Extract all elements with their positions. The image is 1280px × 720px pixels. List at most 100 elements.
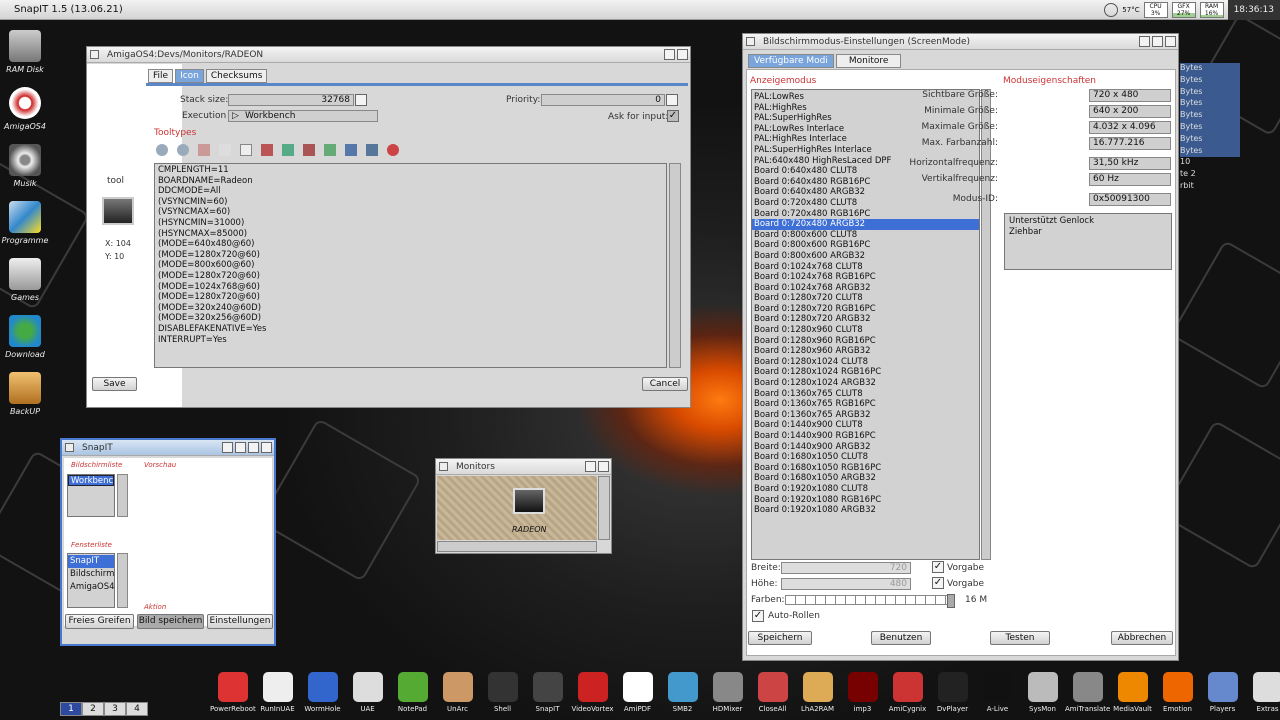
execution-mode-cycle[interactable]: ▷ Workbench [228, 110, 378, 122]
undo-icon[interactable] [156, 144, 168, 156]
dock-item-mediavault[interactable]: MediaVault [1110, 670, 1155, 720]
desktop-icon-musik[interactable]: Musik [0, 144, 50, 188]
window-title-bar[interactable]: SnapIT [62, 440, 274, 456]
display-mode-item[interactable]: Board 0:1920x1080 CLUT8 [752, 484, 979, 495]
dock-item-runinuae[interactable]: RunInUAE [255, 670, 300, 720]
desktop-icon-backup[interactable]: BackUP [0, 372, 50, 416]
display-mode-item[interactable]: Board 0:1280x960 ARGB32 [752, 346, 979, 357]
workspace-4[interactable]: 4 [126, 702, 148, 716]
priority-field[interactable]: 0 [541, 94, 665, 106]
dock-item-sysmon[interactable]: SysMon [1020, 670, 1065, 720]
window-list-scrollbar[interactable] [117, 553, 128, 608]
document-icon[interactable] [240, 144, 252, 156]
colors-slider[interactable] [785, 594, 955, 608]
stack-size-field[interactable]: 32768 [228, 94, 354, 106]
dock-item-powerreboot[interactable]: PowerReboot [210, 670, 256, 720]
free-grab-button[interactable]: Freies Greifen [65, 614, 134, 629]
colors-slider-knob[interactable] [947, 594, 955, 608]
tooltype-line[interactable]: (HSYNCMIN=31000) [155, 218, 666, 229]
iconify-gadget[interactable] [222, 442, 233, 453]
save-button[interactable]: Save [92, 377, 137, 391]
display-mode-item[interactable]: Board 0:1280x1024 RGB16PC [752, 367, 979, 378]
priority-stepper[interactable] [666, 94, 678, 106]
display-mode-item[interactable]: Board 0:720x480 RGB16PC [752, 209, 979, 220]
display-mode-item[interactable]: Board 0:1680x1050 ARGB32 [752, 473, 979, 484]
height-default-checkbox[interactable]: ✓ [932, 577, 944, 589]
close-gadget[interactable] [746, 37, 755, 46]
display-mode-item[interactable]: Board 0:1280x960 CLUT8 [752, 325, 979, 336]
dock-item-dvplayer[interactable]: DvPlayer [930, 670, 975, 720]
workspace-3[interactable]: 3 [104, 702, 126, 716]
display-mode-item[interactable]: Board 0:800x600 ARGB32 [752, 251, 979, 262]
desktop-icon-amigaos4[interactable]: AmigaOS4 [0, 87, 50, 131]
desktop-icon-games[interactable]: Games [0, 258, 50, 302]
display-mode-item[interactable]: Board 0:1024x768 RGB16PC [752, 272, 979, 283]
width-field[interactable]: 720 [781, 562, 911, 574]
close-gadget[interactable] [65, 443, 74, 452]
close-gadget[interactable] [90, 50, 99, 59]
tooltype-line[interactable]: (MODE=640x480@60) [155, 239, 666, 250]
dock-item-shell[interactable]: Shell [480, 670, 525, 720]
delete-icon[interactable] [303, 144, 315, 156]
tooltype-line[interactable]: (MODE=320x240@60D) [155, 303, 666, 314]
tooltype-line[interactable]: DDCMODE=All [155, 186, 666, 197]
cancel-button[interactable]: Abbrechen [1111, 631, 1173, 645]
dock-item-amipdf[interactable]: AmiPDF [615, 670, 660, 720]
tooltype-line[interactable]: (MODE=1280x720@60) [155, 292, 666, 303]
dock-item-wormhole[interactable]: WormHole [300, 670, 345, 720]
zoom-gadget[interactable] [585, 461, 596, 472]
depth-gadget[interactable] [261, 442, 272, 453]
dock-item-videovortex[interactable]: VideoVortex [570, 670, 615, 720]
tab-icon[interactable]: Icon [175, 69, 204, 83]
display-mode-item[interactable]: Board 0:1280x720 CLUT8 [752, 293, 979, 304]
display-mode-item[interactable]: Board 0:1440x900 ARGB32 [752, 442, 979, 453]
tab-file[interactable]: File [148, 69, 174, 83]
settings-button[interactable]: Einstellungen [207, 614, 273, 629]
dock-item-amicygnix[interactable]: AmiCygnix [885, 670, 930, 720]
display-mode-item[interactable]: Board 0:1680x1050 RGB16PC [752, 463, 979, 474]
display-mode-item[interactable]: Board 0:1360x765 RGB16PC [752, 399, 979, 410]
window-title-bar[interactable]: AmigaOS4:Devs/Monitors/RADEON [87, 47, 690, 63]
dock-item-notepad[interactable]: NotePad [390, 670, 435, 720]
workspace-1[interactable]: 1 [60, 702, 82, 716]
add-icon[interactable] [198, 144, 210, 156]
window-title-bar[interactable]: Monitors [436, 459, 611, 475]
tab-available-modes[interactable]: Verfügbare Modi [748, 54, 834, 68]
display-mode-item[interactable]: Board 0:800x600 RGB16PC [752, 240, 979, 251]
cut-icon[interactable] [261, 144, 273, 156]
tooltype-line[interactable]: (MODE=1280x720@60) [155, 271, 666, 282]
radeon-monitor-icon[interactable] [513, 488, 545, 514]
close-gadget[interactable] [439, 462, 448, 471]
display-mode-item[interactable]: Board 0:1440x900 RGB16PC [752, 431, 979, 442]
tooltype-line[interactable]: (VSYNCMAX=60) [155, 207, 666, 218]
dock-item-imp3[interactable]: imp3 [840, 670, 885, 720]
height-field[interactable]: 480 [781, 578, 911, 590]
horizontal-scrollbar[interactable] [437, 541, 597, 552]
tab-checksums[interactable]: Checksums [205, 69, 268, 83]
tooltype-line[interactable]: (MODE=800x600@60) [155, 260, 666, 271]
dock-item-players[interactable]: Players [1200, 670, 1245, 720]
display-mode-item[interactable]: Board 0:800x600 CLUT8 [752, 230, 979, 241]
window-list-item[interactable]: Bildschirm [68, 568, 114, 581]
move-up-icon[interactable] [324, 144, 336, 156]
window-list-item[interactable]: SnapIT [68, 555, 114, 568]
dock-item-unarc[interactable]: UnArc [435, 670, 480, 720]
move-down-icon[interactable] [345, 144, 357, 156]
tooltypes-editor[interactable]: CMPLENGTH=11 BOARDNAME=Radeon DDCMODE=All(… [154, 163, 667, 368]
display-mode-item[interactable]: Board 0:1440x900 CLUT8 [752, 420, 979, 431]
cancel-button[interactable]: Cancel [642, 377, 688, 391]
dock-item-closeall[interactable]: CloseAll [750, 670, 795, 720]
tooltype-line[interactable]: (MODE=320x256@60D) [155, 313, 666, 324]
dock-item-snapit[interactable]: SnapIT [525, 670, 570, 720]
display-mode-item[interactable]: Board 0:1680x1050 CLUT8 [752, 452, 979, 463]
dock-item-emotion[interactable]: Emotion [1155, 670, 1200, 720]
display-mode-item[interactable]: Board 0:1360x765 ARGB32 [752, 410, 979, 421]
tooltype-line[interactable]: (VSYNCMIN=60) [155, 197, 666, 208]
depth-gadget[interactable] [598, 461, 609, 472]
vertical-scrollbar[interactable] [598, 476, 610, 540]
window-list-item[interactable]: AmigaOS4 [68, 581, 114, 594]
stack-size-stepper[interactable] [355, 94, 367, 106]
sort-icon[interactable] [282, 144, 294, 156]
test-button[interactable]: Testen [990, 631, 1050, 645]
dock-item-hdmixer[interactable]: HDMixer [705, 670, 750, 720]
